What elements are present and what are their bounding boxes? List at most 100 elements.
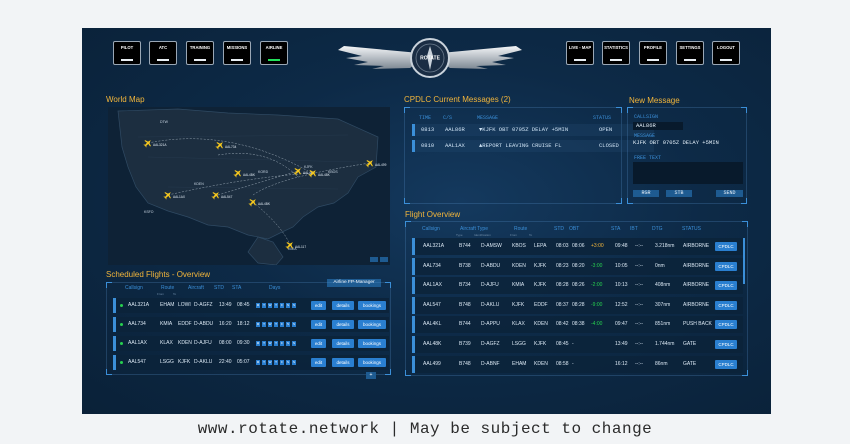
flight-sta: 16:12 [615, 360, 628, 367]
scheduled-flight-row[interactable]: AAL547 LSGG KJFK D-AKLU 22:40 05:07 M T W T F S Sedi… [113, 355, 389, 370]
scheduled-flight-row[interactable]: AAL321A EHAM LOWI D-AGFZ 13:49 08:45 M T W T F S Sed… [113, 298, 389, 313]
place-label: KJFK [304, 165, 313, 169]
flight-ibt: --:-- [635, 301, 644, 308]
edit-button[interactable]: edit [311, 320, 326, 329]
flight-row[interactable]: AAL1AX B734 D-AJFU KMIA KJFK 08:28 08:26 -2:00 1… [412, 277, 743, 295]
cpdlc-button[interactable]: CPDLC [715, 320, 737, 330]
nav-button-label: MISSIONS [226, 45, 248, 50]
scheduled-flight-row[interactable]: AAL1AX KLAX KDEN D-AJFU 08:00 09:30 M T W T F S Sedi… [113, 336, 389, 351]
details-button[interactable]: details [332, 301, 354, 310]
stb-button[interactable]: STB [666, 190, 692, 197]
flight-row[interactable]: AAL547 B748 D-AKLU KJFK EDDF 08:37 08:28 -9:00 1… [412, 296, 743, 314]
flight-dtg: 307nm [655, 301, 671, 308]
world-map[interactable]: DTW KJFK KORD KDEN KSFO KBOS KMIA AAL321… [108, 107, 390, 265]
edit-button[interactable]: edit [311, 358, 326, 367]
cpdlc-button[interactable]: CPDLC [715, 242, 737, 251]
world-map-title: World Map [106, 95, 145, 104]
flight-cs: AAL1AX [423, 282, 442, 289]
nav-button-profile[interactable]: PROFILE [639, 41, 667, 65]
status-dot [120, 361, 123, 364]
fo-header-std: STD [554, 226, 564, 232]
scheduled-cs: AAL547 [128, 359, 146, 365]
bookings-button[interactable]: bookings [358, 358, 386, 367]
flight-delay: +3:00 [591, 243, 604, 249]
scheduled-to: LOWI [178, 302, 191, 308]
cpdlc-panel: TIME C/S MESSAGE STATUS 0813 AAL86R ▼KJFK … [404, 107, 654, 204]
callsign-input[interactable]: AAL86R [633, 122, 683, 130]
flight-delay: -2:00 [591, 282, 603, 289]
details-button[interactable]: details [332, 320, 354, 329]
day-indicator: S [286, 360, 290, 365]
day-indicator: M [256, 360, 260, 365]
cpdlc-button[interactable]: CPDLC [715, 300, 737, 310]
rgr-button[interactable]: RGR [633, 190, 659, 197]
free-text-input[interactable] [633, 162, 743, 184]
sf-header-aircraft: Aircraft [188, 285, 204, 291]
edit-button[interactable]: edit [311, 301, 326, 310]
place-label: KDEN [194, 182, 204, 186]
nav-button-atc[interactable]: ATC [149, 41, 177, 65]
scheduled-from: LSGG [160, 359, 174, 365]
details-button[interactable]: details [332, 358, 354, 367]
sf-header-callsign: Callsign [125, 285, 143, 291]
send-button[interactable]: SEND [716, 190, 743, 197]
day-indicator: W [268, 341, 272, 346]
add-schedule-button[interactable]: + [366, 372, 376, 379]
cpdlc-button[interactable]: CPDLC [715, 261, 737, 271]
flight-type: B744 [459, 243, 471, 249]
flight-obt: 08:26 [572, 282, 585, 289]
flight-to: KJFK [534, 341, 547, 347]
cpdlc-message-row[interactable]: 0810 AAL1AX ▲REPORT LEAVING CRUISE FL CLOSE… [412, 140, 654, 152]
nav-button-logout[interactable]: LOGOUT [712, 41, 740, 65]
flight-row[interactable]: AAL321A B744 D-AMSW KBOS LEPA 08:03 08:06 +3:00… [412, 238, 743, 255]
new-message-title: New Message [629, 96, 680, 105]
scheduled-reg: D-AGFZ [194, 302, 213, 308]
flight-cs: AAL48K [423, 341, 442, 347]
cpdlc-button[interactable]: CPDLC [715, 340, 737, 349]
cpdlc-header-message: MESSAGE [477, 115, 499, 121]
nav-button-pilot[interactable]: PILOT [113, 41, 141, 65]
flight-from: KMIA [512, 282, 525, 289]
rotate-wings-logo[interactable]: ROTATE [332, 34, 528, 80]
nav-button-missions[interactable]: MISSIONS [223, 41, 251, 65]
cpdlc-message-row[interactable]: 0813 AAL86R ▼KJFK OBT 0705Z DELAY +5MIN OPE… [412, 124, 654, 136]
bookings-button[interactable]: bookings [358, 320, 386, 329]
nav-button-airline[interactable]: AIRLINE [260, 41, 288, 65]
flight-status: AIRBORNE [683, 262, 710, 269]
message-input[interactable]: KJFK OBT 0705Z DELAY +5MIN [631, 138, 743, 147]
edit-button[interactable]: edit [311, 339, 326, 348]
flight-row[interactable]: AAL48K B739 D-AGFZ LSGG KJFK 08:45- 13:49 --:--… [412, 336, 743, 353]
flight-row[interactable]: AAL4KL B744 D-APPU KLAX KDEN 08:42 08:38 -4:00 0… [412, 316, 743, 334]
day-indicator: M [256, 341, 260, 346]
flight-row[interactable]: AAL734 B738 D-ABDU KDEN KJFK 08:23 08:20 -3:00 1… [412, 257, 743, 275]
nav-button-statistics[interactable]: STATISTICS [602, 41, 630, 65]
details-button[interactable]: details [332, 339, 354, 348]
bookings-button[interactable]: bookings [358, 301, 386, 310]
flight-delay: -4:00 [591, 321, 603, 328]
zoom-in-button[interactable] [370, 257, 378, 262]
nav-button-settings[interactable]: SETTINGS [676, 41, 704, 65]
flight-dtg: 86nm [655, 360, 668, 367]
nav-button-training[interactable]: TRAINING [186, 41, 214, 65]
fo-header-route: Route [514, 226, 528, 232]
day-indicator: T [274, 360, 278, 365]
cpdlc-button[interactable]: CPDLC [715, 359, 737, 369]
bookings-button[interactable]: bookings [358, 339, 386, 348]
flight-cs: AAL321A [423, 243, 445, 249]
scheduled-title: Scheduled Flights - Overview [106, 270, 211, 279]
cpdlc-cs: AAL1AX [445, 142, 465, 149]
day-indicator: M [256, 322, 260, 327]
aircraft-label: AAL547 [221, 195, 233, 199]
scheduled-std: 16:20 [219, 321, 232, 327]
flight-obt: 08:38 [572, 321, 585, 328]
scheduled-flight-row[interactable]: AAL734 KMIA EDDF D-ABDU 16:20 18:12 M T W T F S Sedi… [113, 317, 389, 332]
flight-ibt: --:-- [635, 341, 644, 347]
flight-from: KBOS [512, 243, 526, 249]
flight-std: 08:37 [556, 301, 569, 308]
flight-ibt: --:-- [635, 243, 644, 249]
nav-button-live-map[interactable]: LIVE - MAP [566, 41, 594, 65]
zoom-out-button[interactable] [380, 257, 388, 262]
scrollbar[interactable] [743, 238, 745, 284]
cpdlc-button[interactable]: CPDLC [715, 281, 737, 291]
flight-row[interactable]: AAL499 B748 D-ABNF EHAM KDEN 08:58- 16:12 --:--… [412, 355, 743, 373]
